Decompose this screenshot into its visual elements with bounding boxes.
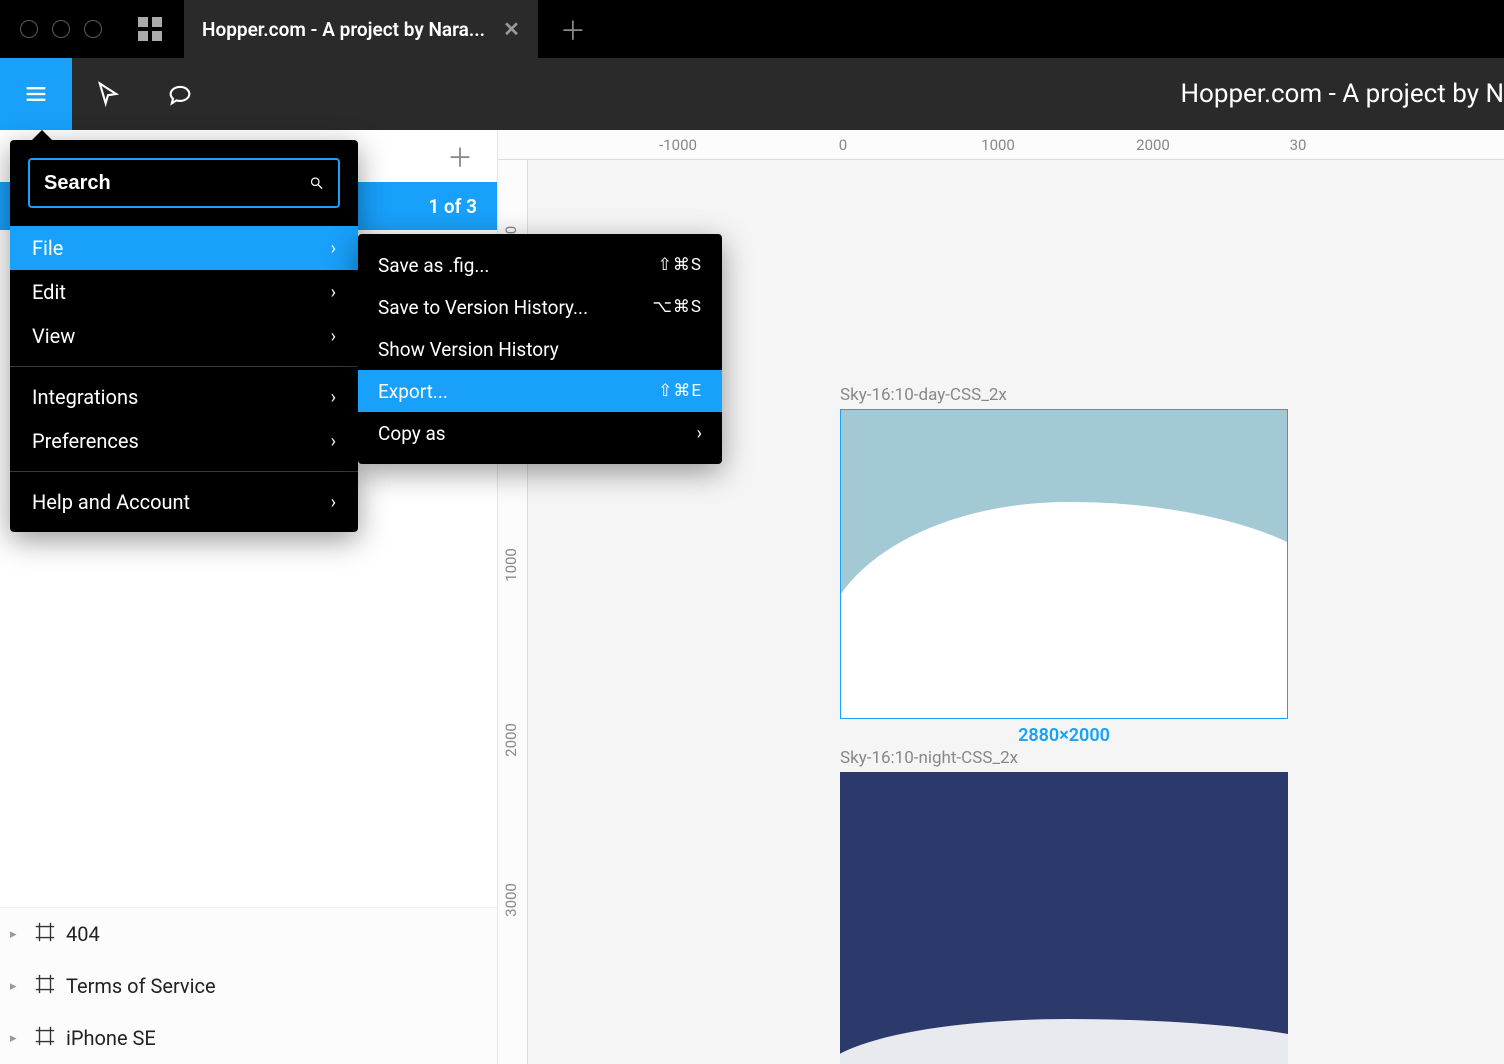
submenu-item-save-version[interactable]: Save to Version History... ⌥⌘S <box>358 286 722 328</box>
file-submenu: Save as .fig... ⇧⌘S Save to Version Hist… <box>358 234 722 464</box>
search-input[interactable] <box>44 172 309 195</box>
frame-icon <box>34 921 56 948</box>
close-window-icon[interactable] <box>20 20 38 38</box>
menu-item-help[interactable]: Help and Account › <box>10 480 358 524</box>
titlebar: Hopper.com - A project by Nara... ✕ ＋ <box>0 0 1504 58</box>
clouds-shape <box>840 1019 1288 1064</box>
submenu-item-show-version[interactable]: Show Version History <box>358 328 722 370</box>
frame-label: Sky-16:10-day-CSS_2x <box>840 385 1288 405</box>
toolbar: Hopper.com - A project by N <box>0 58 1504 130</box>
layers-list: ▸ 404 ▸ Terms of Service ▸ iPhone SE <box>0 907 497 1064</box>
frame-icon <box>34 973 56 1000</box>
shortcut-label: ⌥⌘S <box>652 297 702 317</box>
minimize-window-icon[interactable] <box>52 20 70 38</box>
window-controls <box>0 20 102 38</box>
chevron-right-icon: › <box>331 492 336 513</box>
shortcut-label: ⇧⌘E <box>658 381 702 401</box>
close-tab-icon[interactable]: ✕ <box>503 17 520 41</box>
menu-separator <box>10 366 358 367</box>
menu-search[interactable] <box>28 158 340 208</box>
submenu-item-save-fig[interactable]: Save as .fig... ⇧⌘S <box>358 244 722 286</box>
add-tab-button[interactable]: ＋ <box>560 11 586 48</box>
layer-row[interactable]: ▸ 404 <box>0 908 497 960</box>
expand-icon[interactable]: ▸ <box>10 979 24 994</box>
main-menu-button[interactable] <box>0 58 72 130</box>
layer-row[interactable]: ▸ Terms of Service <box>0 960 497 1012</box>
frame-dimensions: 2880×2000 <box>840 725 1288 746</box>
menu-separator <box>10 471 358 472</box>
menu-item-view[interactable]: View › <box>10 314 358 358</box>
chevron-right-icon: › <box>331 326 336 347</box>
add-page-button[interactable]: ＋ <box>447 138 473 175</box>
menu-item-edit[interactable]: Edit › <box>10 270 358 314</box>
tab-title: Hopper.com - A project by Nara... <box>202 18 485 41</box>
document-title: Hopper.com - A project by N <box>1180 79 1504 109</box>
menu-item-preferences[interactable]: Preferences › <box>10 419 358 463</box>
layer-row[interactable]: ▸ iPhone SE <box>0 1012 497 1064</box>
layer-label: iPhone SE <box>66 1026 156 1050</box>
chevron-right-icon: › <box>331 238 336 259</box>
search-icon <box>309 173 324 193</box>
frame-night[interactable]: Sky-16:10-night-CSS_2x <box>840 748 1288 1064</box>
frame-label: Sky-16:10-night-CSS_2x <box>840 748 1288 768</box>
frame-content[interactable] <box>840 409 1288 719</box>
move-tool-button[interactable] <box>72 58 144 130</box>
frame-day[interactable]: Sky-16:10-day-CSS_2x 2880×2000 <box>840 385 1288 746</box>
expand-icon[interactable]: ▸ <box>10 927 24 942</box>
layer-label: Terms of Service <box>66 974 216 998</box>
tab-current[interactable]: Hopper.com - A project by Nara... ✕ <box>184 0 538 58</box>
menu-item-integrations[interactable]: Integrations › <box>10 375 358 419</box>
chevron-right-icon: › <box>331 431 336 452</box>
maximize-window-icon[interactable] <box>84 20 102 38</box>
chevron-right-icon: › <box>331 387 336 408</box>
layer-label: 404 <box>66 922 100 946</box>
chevron-right-icon: › <box>331 282 336 303</box>
chevron-right-icon: › <box>697 423 702 444</box>
menu-item-file[interactable]: File › <box>10 226 358 270</box>
shortcut-label: ⇧⌘S <box>658 255 702 275</box>
expand-icon[interactable]: ▸ <box>10 1031 24 1046</box>
frame-icon <box>34 1025 56 1052</box>
comment-tool-button[interactable] <box>144 58 216 130</box>
submenu-item-copy-as[interactable]: Copy as › <box>358 412 722 454</box>
home-grid-icon[interactable] <box>138 17 162 41</box>
page-count-label: 1 of 3 <box>428 195 477 218</box>
ruler-horizontal: -1000 0 1000 2000 30 <box>498 130 1504 160</box>
frame-content[interactable] <box>840 772 1288 1064</box>
main-menu: File › Edit › View › Integrations › Pref… <box>10 140 358 532</box>
submenu-item-export[interactable]: Export... ⇧⌘E <box>358 370 722 412</box>
